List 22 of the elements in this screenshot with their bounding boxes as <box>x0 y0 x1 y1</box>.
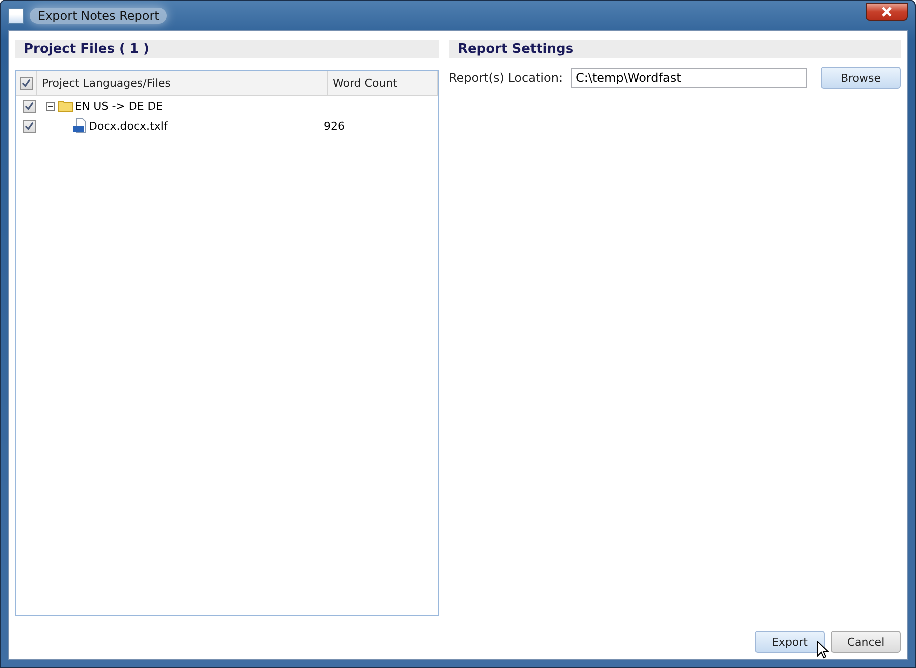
app-logo-icon <box>8 8 24 24</box>
folder-icon <box>58 100 74 112</box>
location-label: Report(s) Location: <box>448 71 563 85</box>
checkbox[interactable] <box>22 100 36 112</box>
tree-item-label[interactable]: EN US -> DE DE <box>75 100 164 112</box>
column-header[interactable]: Word Count <box>328 71 438 95</box>
tree-item-label[interactable]: Docx.docx.txlf <box>89 120 168 132</box>
section-header: Project Files ( 1 ) <box>15 40 439 58</box>
file-icon <box>72 118 88 134</box>
close-icon <box>881 6 893 16</box>
column-header[interactable]: Project Languages/Files <box>37 71 328 95</box>
collapse-toggle-icon[interactable] <box>46 102 55 110</box>
close-button[interactable] <box>866 2 908 20</box>
section-header: Report Settings <box>448 40 901 58</box>
browse-button[interactable]: Browse <box>821 67 901 89</box>
dialog-button[interactable]: Export <box>755 631 825 653</box>
checkbox[interactable] <box>22 120 36 132</box>
checkbox[interactable] <box>20 76 32 90</box>
word-count: 926 <box>324 120 345 132</box>
dialog-button[interactable]: Cancel <box>831 631 901 653</box>
location-field[interactable]: C:\temp\Wordfast <box>571 68 807 88</box>
window-title: Export Notes Report <box>30 8 168 24</box>
